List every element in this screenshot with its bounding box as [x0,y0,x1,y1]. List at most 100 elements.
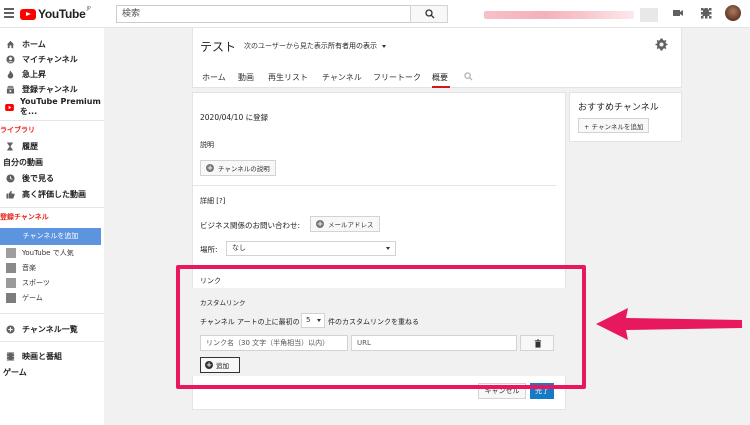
active-tab-indicator [432,86,450,88]
sidebar-sub-item[interactable]: ゲーム [0,290,104,305]
subscriptions-icon [6,85,14,94]
hourglass-icon [6,141,14,151]
sidebar-sub-label: YouTube で人気 [22,248,74,257]
tab-videos[interactable]: 動画 [238,72,254,83]
sidebar-item-label: マイチャンネル [22,54,78,64]
video-camera-icon[interactable] [672,7,684,19]
sidebar-item-label: 登録チャンネル [22,84,78,94]
business-label: ビジネス関係のお問い合わせ: [200,221,301,230]
top-bar: YouTube JP 検索 [0,0,750,28]
button-label: メールアドレス [328,221,374,229]
channel-title: テスト [200,40,237,54]
sports-thumbnail-icon [6,277,16,288]
chevron-down-icon [382,44,387,48]
menu-icon[interactable] [4,8,14,18]
sidebar-item-movies[interactable]: 映画と番組 [0,348,104,364]
logo-region: JP [86,6,91,12]
sidebar-divider [0,120,104,121]
sidebar-item-my-channel[interactable]: マイチャンネル [0,51,104,67]
account-icon [5,54,15,64]
sidebar-divider [0,207,104,208]
sidebar-library-heading: ライブラリ [0,126,35,134]
logo-text: YouTube [38,7,86,21]
sidebar-sub-label: ゲーム [22,293,43,302]
film-icon [6,351,14,361]
flame-icon [7,69,13,79]
sidebar-item-label: ゲーム [3,367,27,377]
sidebar-item-my-videos[interactable]: 自分の動画 [0,154,104,170]
location-label: 場所: [200,245,218,254]
sidebar-item-premium[interactable]: YouTube Premium を... [0,97,104,116]
bell-icon[interactable] [700,7,712,19]
sidebar-divider [0,341,104,342]
sidebar-item-label: 高く評価した動画 [22,189,86,199]
search-button[interactable] [410,5,448,23]
details-heading: 詳細 [?] [200,197,226,205]
highlight-box [176,265,586,389]
add-circle-icon [5,324,15,334]
button-label: チャンネルの説明 [218,165,270,173]
location-value: なし [232,244,246,252]
avatar[interactable] [725,5,741,21]
add-recommended-channel-button[interactable]: + チャンネルを追加 [578,118,650,133]
youtube-logo[interactable]: YouTube JP [20,6,91,22]
sidebar-item-games[interactable]: ゲーム [0,364,104,380]
view-as-value: 所有者用の表示 [328,42,377,50]
tab-discussion[interactable]: フリートーク [373,72,421,83]
search-icon [425,9,435,19]
joined-date: 2020/04/10 に登録 [200,113,269,122]
youtube-premium-icon [4,103,14,111]
location-select[interactable]: なし [226,241,396,256]
add-circle-icon: + [316,220,324,228]
clock-icon [5,173,15,183]
recommended-title: おすすめチャンネル [578,103,659,113]
search-icon[interactable] [464,72,473,81]
sidebar-item-label: YouTube Premium を... [20,97,101,116]
view-as-dropdown[interactable]: 所有者用の表示 [328,41,387,51]
sidebar-item-liked[interactable]: 高く評価した動画 [0,186,104,202]
tab-home[interactable]: ホーム [202,72,226,83]
sidebar-item-label: 後で見る [22,173,54,183]
music-thumbnail-icon [6,262,16,273]
sidebar-item-label: ホーム [22,39,46,49]
channel-thumbnail [6,247,16,258]
view-as-label: 次のユーザーから見た表示: [244,42,331,50]
gaming-thumbnail-icon [6,292,16,303]
sidebar-item-history[interactable]: 履歴 [0,138,104,154]
description-heading: 説明 [200,141,214,149]
youtube-play-icon [20,8,36,20]
sidebar-item-subscriptions[interactable]: 登録チャンネル [0,81,104,97]
sidebar-item-label: 履歴 [22,141,38,151]
add-circle-icon: + [206,164,214,172]
sidebar-item-label: 映画と番組 [22,351,62,361]
section-divider [192,185,556,186]
button-label: + チャンネルを追加 [584,122,644,131]
sidebar-item-trending[interactable]: 急上昇 [0,66,104,82]
add-channel-button[interactable]: チャンネルを追加 [0,228,101,245]
sidebar: ホーム マイチャンネル 急上昇 登録チャンネル YouTube Premium … [0,28,104,425]
sidebar-item-home[interactable]: ホーム [0,36,104,52]
tab-channels[interactable]: チャンネル [322,72,362,83]
redacted-area [484,11,634,19]
chevron-down-icon [386,247,390,250]
sidebar-divider [0,313,104,314]
sidebar-sub-item[interactable]: 音楽 [0,260,104,275]
channel-description-button[interactable]: + チャンネルの説明 [200,160,276,176]
search-input[interactable]: 検索 [116,5,411,23]
redacted-area-small [640,8,658,22]
sidebar-item-label: 自分の動画 [3,157,43,167]
tab-about[interactable]: 概要 [432,72,448,83]
sidebar-item-label: 急上昇 [22,69,46,79]
email-button[interactable]: + メールアドレス [310,216,380,232]
sidebar-item-watch-later[interactable]: 後で見る [0,170,104,186]
thumb-up-icon [5,190,15,199]
sidebar-sub-item[interactable]: スポーツ [0,275,104,290]
tab-playlists[interactable]: 再生リスト [268,72,308,83]
sidebar-sub-label: スポーツ [22,278,50,287]
sidebar-item-channel-list[interactable]: チャンネル一覧 [0,321,104,337]
gear-icon[interactable] [655,38,668,51]
home-icon [6,40,14,48]
sidebar-sub-item[interactable]: YouTube で人気 [0,245,104,260]
pointer-arrow-icon [596,308,742,340]
sidebar-item-label: チャンネル一覧 [22,324,78,334]
